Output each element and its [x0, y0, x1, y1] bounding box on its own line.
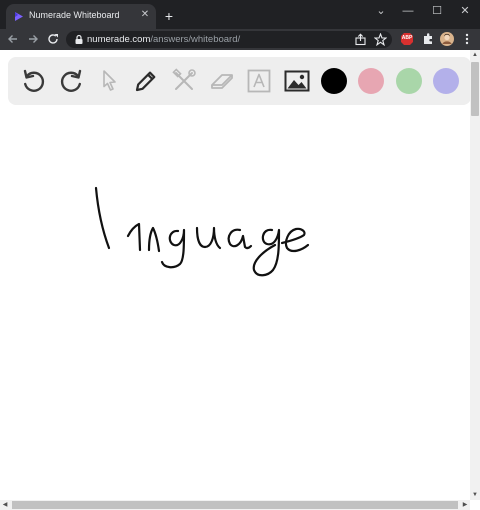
- url-text: numerade.com/answers/whiteboard/: [87, 34, 240, 45]
- scroll-up-arrow-icon[interactable]: ▲: [470, 50, 480, 60]
- whiteboard-page: ▲ ▼ ◀ ▶: [0, 50, 480, 510]
- pen-icon[interactable]: [132, 67, 160, 95]
- address-bar[interactable]: numerade.com/answers/whiteboard/: [66, 31, 392, 48]
- text-icon[interactable]: [245, 67, 273, 95]
- maximize-button[interactable]: ☐: [427, 4, 447, 18]
- url-domain: numerade.com: [87, 34, 151, 45]
- tools-icon[interactable]: [170, 67, 198, 95]
- pointer-icon[interactable]: [95, 67, 123, 95]
- handwritten-word: [94, 186, 310, 277]
- image-icon[interactable]: [283, 67, 311, 95]
- undo-icon[interactable]: [20, 67, 48, 95]
- color-swatch-green[interactable]: [396, 68, 422, 94]
- color-swatch-purple[interactable]: [433, 68, 459, 94]
- redo-icon[interactable]: [57, 67, 85, 95]
- tab-title: Numerade Whiteboard: [29, 10, 120, 20]
- whiteboard-toolbar: [8, 57, 471, 105]
- numerade-play-icon: [15, 12, 23, 21]
- horizontal-scroll-thumb[interactable]: [12, 501, 458, 509]
- url-path: /answers/whiteboard/: [150, 34, 241, 45]
- profile-avatar[interactable]: [440, 32, 454, 46]
- back-arrow-icon[interactable]: [6, 32, 20, 46]
- scroll-down-arrow-icon[interactable]: ▼: [470, 490, 480, 500]
- vertical-scrollbar[interactable]: ▲ ▼: [470, 50, 480, 500]
- extensions-puzzle-icon[interactable]: [421, 32, 435, 46]
- browser-tab-strip: Numerade Whiteboard ✕ + ⌄ — ☐ ✕: [0, 0, 480, 29]
- browser-tab[interactable]: Numerade Whiteboard ✕: [6, 4, 156, 29]
- vertical-scroll-thumb[interactable]: [471, 62, 479, 116]
- whiteboard-canvas[interactable]: [0, 105, 470, 500]
- new-tab-button[interactable]: +: [162, 9, 176, 23]
- forward-arrow-icon[interactable]: [26, 32, 40, 46]
- reload-icon[interactable]: [46, 32, 60, 46]
- adblock-badge-label: ABP: [401, 35, 413, 41]
- tab-search-dropdown-icon[interactable]: ⌄: [371, 4, 391, 18]
- minimize-button[interactable]: —: [398, 4, 418, 18]
- bookmark-star-icon[interactable]: [374, 33, 387, 46]
- browser-toolbar: numerade.com/answers/whiteboard/ ABP: [0, 29, 480, 50]
- horizontal-scrollbar[interactable]: ◀ ▶: [0, 500, 470, 510]
- tab-close-icon[interactable]: ✕: [140, 10, 150, 20]
- share-icon[interactable]: [354, 33, 367, 46]
- close-window-button[interactable]: ✕: [455, 4, 475, 18]
- scroll-right-arrow-icon[interactable]: ▶: [460, 500, 470, 510]
- adblock-extension-icon[interactable]: ABP: [400, 32, 414, 46]
- color-swatch-black[interactable]: [321, 68, 347, 94]
- eraser-icon[interactable]: [208, 67, 236, 95]
- lock-icon[interactable]: [74, 34, 84, 45]
- scroll-left-arrow-icon[interactable]: ◀: [0, 500, 10, 510]
- browser-menu-icon[interactable]: [460, 32, 474, 46]
- color-swatch-pink[interactable]: [358, 68, 384, 94]
